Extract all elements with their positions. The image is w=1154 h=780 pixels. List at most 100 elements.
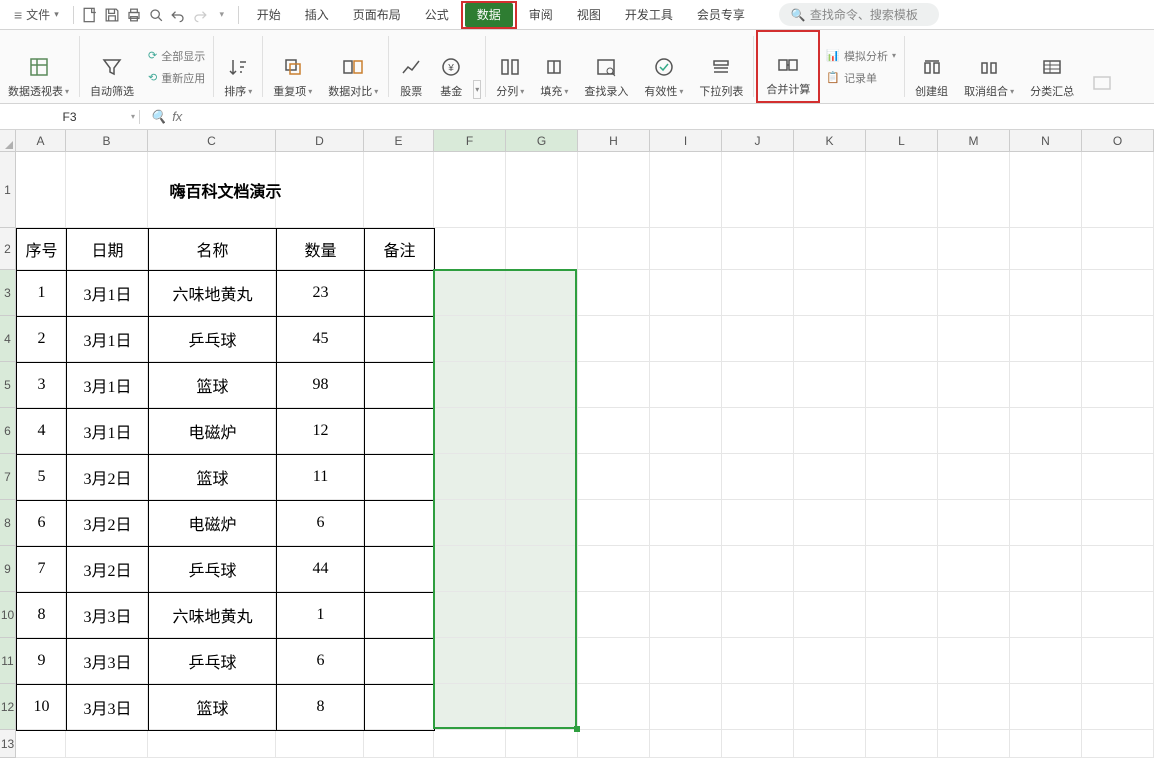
cell[interactable]: [866, 454, 938, 500]
pivot-table-button[interactable]: 数据透视表▾: [0, 30, 77, 103]
sort-button[interactable]: 排序▾: [216, 30, 260, 103]
cell[interactable]: [794, 454, 866, 500]
tab-视图[interactable]: 视图: [565, 0, 613, 30]
cell[interactable]: [650, 454, 722, 500]
cell[interactable]: [578, 152, 650, 228]
cell[interactable]: [866, 270, 938, 316]
cell[interactable]: [938, 730, 1010, 758]
cell[interactable]: [938, 152, 1010, 228]
cell[interactable]: [1010, 684, 1082, 730]
cell[interactable]: [434, 546, 506, 592]
cell[interactable]: [650, 730, 722, 758]
cell[interactable]: [650, 228, 722, 270]
cell[interactable]: [506, 546, 578, 592]
column-header[interactable]: D: [276, 130, 364, 152]
cell[interactable]: [434, 592, 506, 638]
cell[interactable]: [722, 228, 794, 270]
column-header[interactable]: M: [938, 130, 1010, 152]
column-header[interactable]: N: [1010, 130, 1082, 152]
cell[interactable]: [1010, 270, 1082, 316]
cell[interactable]: [578, 270, 650, 316]
cell[interactable]: [1082, 316, 1154, 362]
cell[interactable]: [794, 152, 866, 228]
fill-button[interactable]: 填充▾: [532, 30, 576, 103]
cell[interactable]: [506, 316, 578, 362]
dropdown-list-button[interactable]: 下拉列表: [691, 30, 751, 103]
consolidate-button[interactable]: 合并计算: [756, 30, 820, 103]
cell[interactable]: [794, 546, 866, 592]
cell[interactable]: [938, 316, 1010, 362]
column-header[interactable]: L: [866, 130, 938, 152]
tab-页面布局[interactable]: 页面布局: [341, 0, 413, 30]
cell[interactable]: [578, 638, 650, 684]
cell[interactable]: [1010, 546, 1082, 592]
cell[interactable]: [650, 684, 722, 730]
record-form-button[interactable]: 📋记录单: [826, 68, 896, 88]
cell[interactable]: [1082, 408, 1154, 454]
tab-插入[interactable]: 插入: [293, 0, 341, 30]
cell[interactable]: [578, 316, 650, 362]
column-header[interactable]: G: [506, 130, 578, 152]
cell[interactable]: [66, 730, 148, 758]
cell[interactable]: [1010, 362, 1082, 408]
cell[interactable]: [866, 546, 938, 592]
qat-undo-icon[interactable]: [168, 5, 188, 25]
file-menu[interactable]: ≡ 文件 ▾: [6, 6, 67, 23]
cell[interactable]: [16, 730, 66, 758]
cell[interactable]: [506, 500, 578, 546]
cell[interactable]: [794, 316, 866, 362]
cell[interactable]: [434, 228, 506, 270]
search-icon[interactable]: 🔍: [150, 109, 166, 125]
cell[interactable]: [794, 408, 866, 454]
row-header[interactable]: 10: [0, 592, 16, 638]
cell[interactable]: [578, 362, 650, 408]
cell[interactable]: [938, 500, 1010, 546]
cell[interactable]: [578, 730, 650, 758]
cell[interactable]: [578, 228, 650, 270]
cell[interactable]: [1082, 270, 1154, 316]
cell[interactable]: [506, 638, 578, 684]
cell[interactable]: [722, 500, 794, 546]
cell[interactable]: [794, 362, 866, 408]
fx-icon[interactable]: fx: [172, 109, 182, 124]
cell[interactable]: [506, 730, 578, 758]
duplicates-button[interactable]: 重复项▾: [265, 30, 320, 103]
cell[interactable]: [1010, 500, 1082, 546]
cell[interactable]: [1010, 408, 1082, 454]
find-entry-button[interactable]: 查找录入: [576, 30, 636, 103]
fund-button[interactable]: ¥ 基金: [431, 30, 471, 103]
text-to-columns-button[interactable]: 分列▾: [488, 30, 532, 103]
name-box[interactable]: F3 ▾: [0, 110, 140, 124]
row-header[interactable]: 7: [0, 454, 16, 500]
cell[interactable]: [506, 684, 578, 730]
cell[interactable]: [722, 270, 794, 316]
cell[interactable]: [650, 270, 722, 316]
tab-审阅[interactable]: 审阅: [517, 0, 565, 30]
row-header[interactable]: 6: [0, 408, 16, 454]
cell[interactable]: [722, 454, 794, 500]
cell[interactable]: [650, 592, 722, 638]
tab-开始[interactable]: 开始: [245, 0, 293, 30]
cell[interactable]: [506, 270, 578, 316]
cell[interactable]: [578, 500, 650, 546]
data-compare-button[interactable]: 数据对比▾: [320, 30, 386, 103]
cell[interactable]: [650, 546, 722, 592]
column-header[interactable]: I: [650, 130, 722, 152]
cell[interactable]: [866, 152, 938, 228]
row-header[interactable]: 11: [0, 638, 16, 684]
reapply-button[interactable]: ⟲重新应用: [148, 68, 205, 88]
column-header[interactable]: F: [434, 130, 506, 152]
cell[interactable]: [506, 592, 578, 638]
qat-save-icon[interactable]: [102, 5, 122, 25]
more-types-button[interactable]: ▾: [471, 30, 483, 103]
validity-button[interactable]: 有效性▾: [636, 30, 691, 103]
group-create-button[interactable]: 创建组: [907, 30, 956, 103]
cell[interactable]: [722, 592, 794, 638]
cell[interactable]: [722, 152, 794, 228]
row-header[interactable]: 8: [0, 500, 16, 546]
row-header[interactable]: 3: [0, 270, 16, 316]
cell[interactable]: [1010, 638, 1082, 684]
cell[interactable]: [1082, 730, 1154, 758]
cell[interactable]: [1082, 454, 1154, 500]
qat-preview-icon[interactable]: [146, 5, 166, 25]
